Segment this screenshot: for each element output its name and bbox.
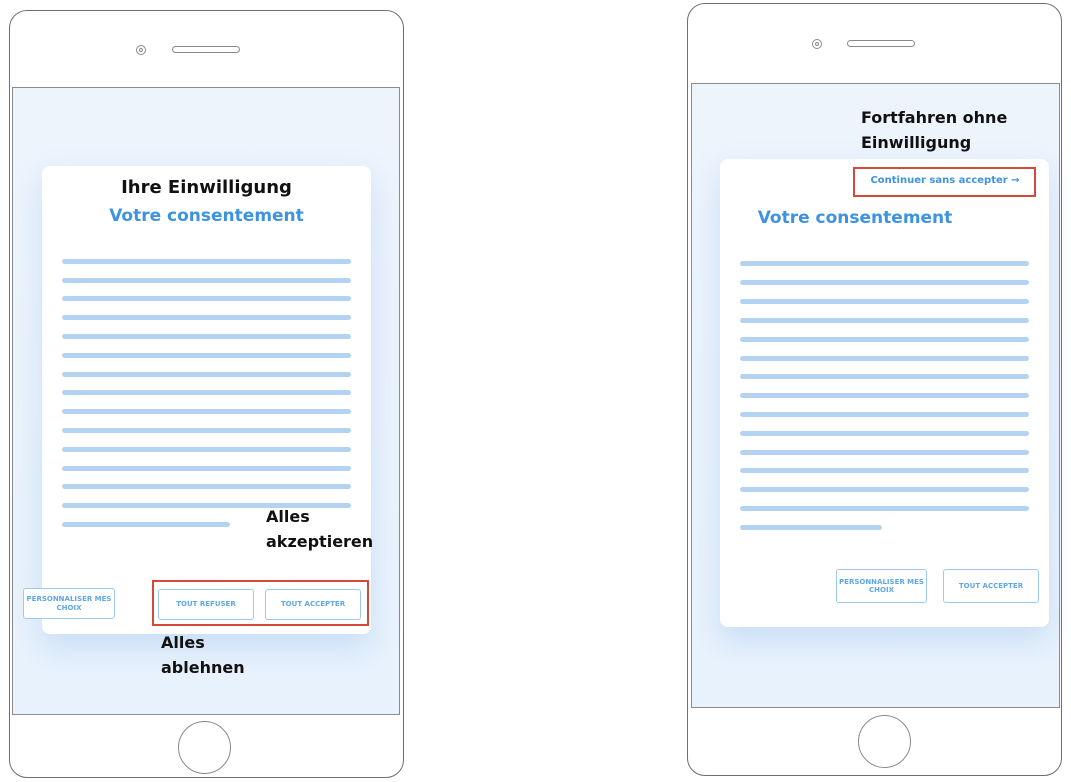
annotation-accept-all: Alles akzeptieren: [266, 507, 374, 551]
left-screen: Ihre Einwilligung Votre consentement PER…: [12, 87, 400, 715]
highlight-box: [152, 580, 369, 626]
camera-icon: [136, 45, 146, 55]
title-french: Votre consentement: [757, 208, 953, 228]
personalize-button[interactable]: PERSONNALISER MES CHOIX: [23, 588, 115, 619]
speaker-slot: [172, 46, 240, 53]
annotation-continue-without-consent: Fortfahren ohne Einwilligung: [861, 108, 1008, 152]
home-button[interactable]: [178, 721, 231, 774]
consent-dialog: Continuer sans accepter → Votre consente…: [720, 159, 1049, 627]
camera-icon: [812, 39, 822, 49]
consent-dialog: Ihre Einwilligung Votre consentement: [42, 166, 371, 634]
highlight-box: [853, 167, 1036, 197]
title-french: Votre consentement: [109, 206, 304, 226]
speaker-slot: [847, 40, 915, 47]
personalize-button[interactable]: PERSONNALISER MES CHOIX: [836, 569, 927, 603]
home-button[interactable]: [858, 715, 911, 768]
annotation-refuse-all: Alles ablehnen: [161, 633, 245, 677]
title-german: Ihre Einwilligung: [121, 177, 292, 198]
accept-all-button[interactable]: TOUT ACCEPTER: [943, 569, 1039, 603]
